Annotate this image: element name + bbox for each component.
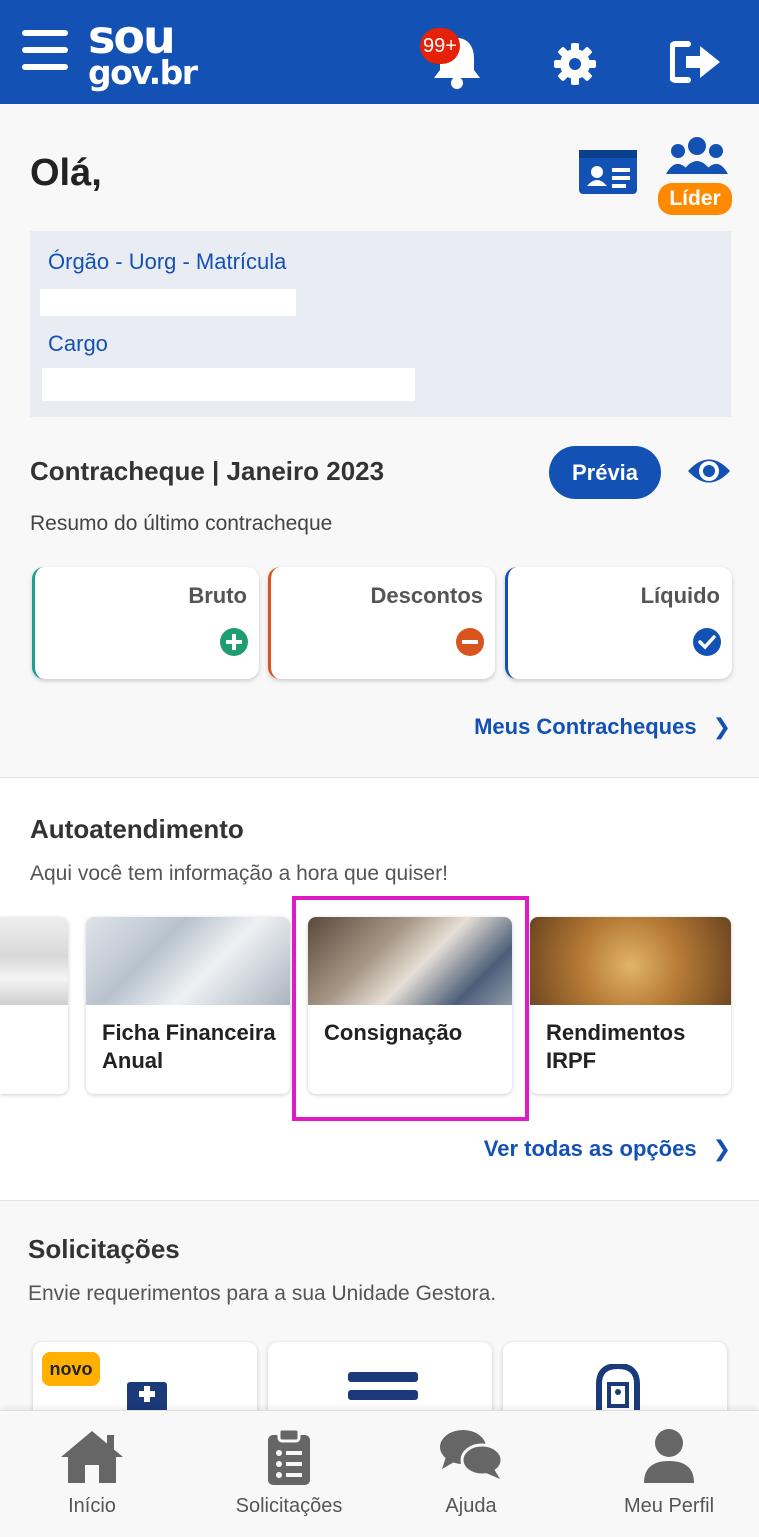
payslip-subtitle: Resumo do último contracheque	[30, 512, 333, 535]
logout-icon[interactable]	[670, 40, 722, 84]
nav-profile-label: Meu Perfil	[623, 1495, 715, 1517]
minus-circle-icon	[456, 628, 484, 656]
menu-icon[interactable]	[22, 30, 68, 70]
notification-badge: 99+	[420, 28, 460, 64]
leader-badge: Líder	[658, 183, 732, 215]
my-payslips-link[interactable]: Meus Contracheques ❯	[474, 714, 731, 740]
service-title-annual: Ficha Financeira Anual	[102, 1020, 276, 1073]
clipboard-list-icon	[268, 1427, 310, 1485]
cargo-value-redacted	[42, 368, 415, 401]
self-service-title: Autoatendimento	[30, 814, 244, 844]
gross-card[interactable]: Bruto	[32, 567, 259, 679]
payslip-title: Contracheque | Janeiro 2023	[30, 456, 385, 486]
net-card[interactable]: Líquido	[505, 567, 732, 679]
see-all-options-link[interactable]: Ver todas as opções ❯	[484, 1136, 731, 1162]
cargo-label: Cargo	[48, 331, 108, 356]
id-card-icon[interactable]	[577, 148, 639, 196]
eye-icon[interactable]	[686, 454, 732, 488]
check-circle-icon	[693, 628, 721, 656]
chevron-right-icon: ❯	[712, 714, 731, 739]
chevron-right-icon: ❯	[712, 1136, 731, 1161]
top-bar: sou gov.br 99+	[0, 0, 759, 104]
requests-title: Solicitações	[28, 1234, 180, 1264]
requests-subtitle: Envie requerimentos para a sua Unidade G…	[28, 1282, 497, 1305]
nav-requests-label: Solicitações	[235, 1495, 343, 1517]
calculator-chart-image	[86, 917, 290, 1005]
nav-profile[interactable]: Meu Perfil	[599, 1411, 739, 1537]
chat-bubbles-icon	[440, 1430, 504, 1479]
lion-image	[530, 917, 731, 1005]
app-logo: sou gov.br	[88, 10, 198, 93]
net-label: Líquido	[640, 583, 720, 608]
service-card-income-tax[interactable]: Rendimentos IRPF	[530, 917, 731, 1094]
my-payslips-link-label: Meus Contracheques	[474, 714, 697, 739]
home-icon	[61, 1431, 123, 1483]
deductions-label: Descontos	[370, 583, 483, 608]
service-image	[0, 917, 68, 1005]
service-card-annual-statement[interactable]: Ficha Financeira Anual	[86, 917, 290, 1094]
new-badge: novo	[42, 1352, 100, 1386]
gross-label: Bruto	[188, 583, 247, 608]
service-title-income-tax: Rendimentos IRPF	[546, 1020, 686, 1073]
bottom-navigation: Início Solicitações Ajuda Meu Perfil	[0, 1410, 759, 1537]
org-value-redacted	[40, 289, 296, 316]
preview-button[interactable]: Prévia	[549, 446, 661, 499]
highlight-box	[292, 896, 529, 1121]
plus-circle-icon	[220, 628, 248, 656]
self-service-subtitle: Aqui você tem informação a hora que quis…	[30, 862, 448, 885]
greeting-text: Olá,	[30, 152, 102, 194]
gear-icon[interactable]	[553, 42, 597, 86]
nav-requests[interactable]: Solicitações	[219, 1411, 359, 1537]
org-label: Órgão - Uorg - Matrícula	[48, 249, 287, 274]
deductions-card[interactable]: Descontos	[268, 567, 495, 679]
nav-help[interactable]: Ajuda	[401, 1411, 541, 1537]
employee-info-box: Órgão - Uorg - Matrícula Cargo	[30, 231, 731, 417]
nav-home-label: Início	[68, 1495, 116, 1517]
team-users-icon[interactable]	[666, 134, 728, 180]
service-card-partial[interactable]	[0, 917, 68, 1094]
nav-home[interactable]: Início	[22, 1411, 162, 1537]
user-icon	[644, 1429, 694, 1483]
nav-help-label: Ajuda	[445, 1495, 497, 1517]
see-all-options-label: Ver todas as opções	[483, 1136, 697, 1161]
